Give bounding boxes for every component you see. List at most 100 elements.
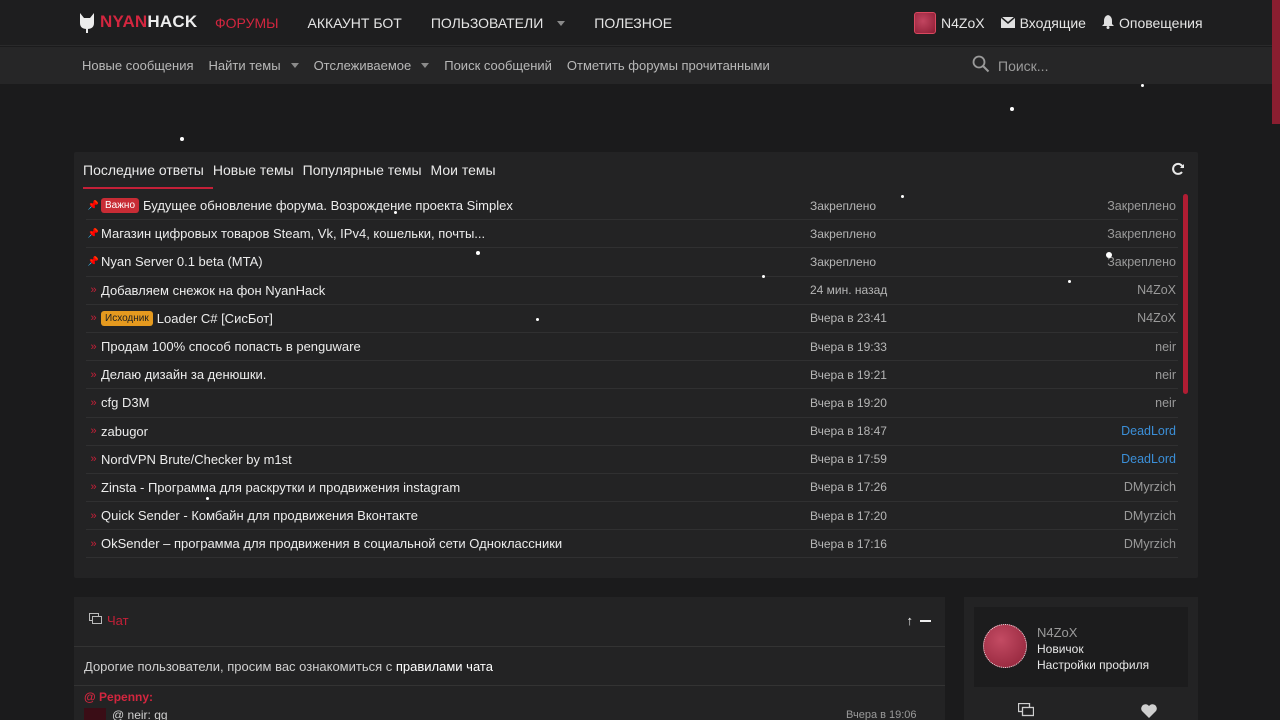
tab-popular-threads[interactable]: Популярные темы	[303, 152, 422, 188]
thread-last-poster[interactable]: neir	[1155, 340, 1176, 354]
thread-last-poster[interactable]: DMyrzich	[1124, 509, 1176, 523]
subnav-watched[interactable]: Отслеживаемое	[314, 58, 430, 73]
avatar[interactable]	[983, 624, 1027, 668]
thread-date[interactable]: Вчера в 17:16	[810, 537, 887, 551]
nav-tab-account-bot[interactable]: АККАУНТ БОТ	[299, 0, 411, 46]
thread-row[interactable]: 📌 Nyan Server 0.1 beta (MTA) Закреплено Зак…	[86, 248, 1178, 277]
thread-last-poster[interactable]: Закреплено	[1107, 227, 1176, 241]
thread-row[interactable]: » zabugor Вчера в 18:47 DeadLord	[86, 418, 1178, 446]
thread-row[interactable]: » Продам 100% способ попасть в penguware В…	[86, 333, 1178, 362]
refresh-icon[interactable]	[1171, 162, 1185, 176]
thread-title-text: Будущее обновление форума. Возрождение п…	[143, 198, 513, 214]
thread-title-text: Loader C# [СисБот]	[156, 310, 273, 326]
site-logo[interactable]: NYAN HACK	[78, 11, 197, 33]
thread-row[interactable]: » Quick Sender - Комбайн для продвижения …	[86, 502, 1178, 531]
thread-title[interactable]: Исходник Loader C# [СисБот]	[101, 310, 273, 326]
thread-last-poster[interactable]: Закреплено	[1107, 255, 1176, 269]
avatar[interactable]	[84, 708, 106, 720]
thread-last-poster[interactable]: DMyrzich	[1124, 480, 1176, 494]
arrow-up-icon[interactable]: ↑	[907, 613, 914, 628]
thread-row[interactable]: » Zinsta - Программа для раскрутки и прод…	[86, 474, 1178, 503]
double-chevron-icon: »	[90, 340, 97, 353]
thread-last-poster[interactable]: DeadLord	[1121, 452, 1176, 466]
thread-date[interactable]: 24 мин. назад	[810, 283, 887, 297]
thread-title[interactable]: Магазин цифровых товаров Steam, Vk, IPv4…	[101, 226, 485, 241]
thread-title[interactable]: Важно Будущее обновление форума. Возрожде…	[101, 198, 513, 214]
subnav-find-threads[interactable]: Найти темы	[209, 58, 299, 73]
subnav-mark-read[interactable]: Отметить форумы прочитанными	[567, 58, 770, 73]
thread-date[interactable]: Вчера в 19:21	[810, 368, 887, 382]
double-chevron-icon: »	[90, 509, 97, 522]
threads-scrollbar[interactable]	[1183, 194, 1188, 394]
thread-title-text: Магазин цифровых товаров Steam, Vk, IPv4…	[101, 226, 486, 242]
chevron-down-icon[interactable]	[557, 20, 566, 26]
tab-latest-replies[interactable]: Последние ответы	[83, 152, 213, 189]
thread-title[interactable]: NordVPN Brute/Checker by m1st	[101, 452, 292, 467]
snowflake	[206, 497, 209, 500]
nav-tab-forums[interactable]: ФОРУМЫ	[206, 0, 288, 46]
cat-logo-icon	[78, 11, 96, 33]
thread-title[interactable]: Nyan Server 0.1 beta (MTA)	[101, 254, 263, 269]
scrollbar-thumb[interactable]	[1272, 0, 1280, 124]
thread-row[interactable]: 📌 Магазин цифровых товаров Steam, Vk, IPv…	[86, 220, 1178, 249]
thread-last-poster[interactable]: neir	[1155, 368, 1176, 382]
thread-title[interactable]: Продам 100% способ попасть в penguware	[101, 339, 361, 354]
messages-icon[interactable]	[1017, 702, 1035, 720]
user-menu[interactable]: N4ZoX	[914, 12, 985, 34]
thread-last-poster[interactable]: neir	[1155, 396, 1176, 410]
thread-last-poster[interactable]: DeadLord	[1121, 424, 1176, 438]
chat-message-time: Вчера в 19:06	[846, 709, 917, 720]
thread-date[interactable]: Вчера в 17:59	[810, 452, 887, 466]
thread-date[interactable]: Вчера в 18:47	[810, 424, 887, 438]
profile-name[interactable]: N4ZoX	[1037, 625, 1077, 640]
profile-block: N4ZoX Новичок Настройки профиля	[964, 597, 1198, 720]
chat-rules-link[interactable]: правилами чата	[396, 659, 493, 674]
search-input[interactable]: Поиск...	[972, 55, 1048, 76]
thread-last-poster[interactable]: N4ZoX	[1137, 283, 1176, 297]
heart-icon[interactable]	[1140, 703, 1158, 720]
thread-title[interactable]: Делаю дизайн за денюшки.	[101, 367, 266, 382]
thread-date[interactable]: Вчера в 17:26	[810, 480, 887, 494]
minimize-icon[interactable]	[920, 619, 931, 622]
thread-title[interactable]: cfg D3M	[101, 395, 149, 410]
chevron-down-icon[interactable]	[421, 63, 430, 68]
chevron-down-icon[interactable]	[290, 63, 299, 68]
thread-last-poster[interactable]: DMyrzich	[1124, 537, 1176, 551]
page-scrollbar[interactable]	[1272, 0, 1280, 720]
thread-date[interactable]: Закреплено	[810, 227, 876, 241]
thread-date[interactable]: Закреплено	[810, 255, 876, 269]
subnav-new-posts[interactable]: Новые сообщения	[82, 58, 194, 73]
thread-title[interactable]: Добавляем снежок на фон NyanHack	[101, 283, 325, 298]
thread-date[interactable]: Вчера в 17:20	[810, 509, 887, 523]
thread-title[interactable]: OkSender – программа для продвижения в с…	[101, 536, 562, 551]
inbox-link[interactable]: Входящие	[1000, 15, 1086, 31]
nav-tab-useful[interactable]: ПОЛЕЗНОЕ	[585, 0, 681, 46]
thread-row[interactable]: » Добавляем снежок на фон NyanHack 24 мин.…	[86, 277, 1178, 305]
thread-row[interactable]: » Делаю дизайн за денюшки. Вчера в 19:21 ne…	[86, 361, 1178, 390]
thread-row[interactable]: » Исходник Loader C# [СисБот] Вчера в 23:41…	[86, 305, 1178, 333]
thread-last-poster[interactable]: Закреплено	[1107, 199, 1176, 213]
snowflake	[394, 211, 397, 214]
thread-row[interactable]: » OkSender – программа для продвижения в …	[86, 530, 1178, 559]
thread-title[interactable]: zabugor	[101, 424, 148, 439]
thread-row[interactable]: » cfg D3M Вчера в 19:20 neir	[86, 389, 1178, 418]
subnav-search-posts[interactable]: Поиск сообщений	[444, 58, 552, 73]
pin-icon: 📌	[87, 228, 100, 239]
thread-last-poster[interactable]: N4ZoX	[1137, 311, 1176, 325]
thread-date[interactable]: Вчера в 23:41	[810, 311, 887, 325]
tab-new-threads[interactable]: Новые темы	[213, 152, 294, 188]
alerts-link[interactable]: Оповещения	[1101, 14, 1203, 32]
thread-row[interactable]: 📌 Важно Будущее обновление форума. Возрожд…	[86, 192, 1178, 221]
nav-tab-users[interactable]: ПОЛЬЗОВАТЕЛИ	[422, 0, 574, 46]
tab-my-threads[interactable]: Мои темы	[431, 152, 496, 188]
thread-title[interactable]: Quick Sender - Комбайн для продвижения В…	[101, 508, 418, 523]
snowflake	[762, 275, 765, 278]
thread-date[interactable]: Вчера в 19:33	[810, 340, 887, 354]
thread-row[interactable]: » NordVPN Brute/Checker by m1st Вчера в 17…	[86, 446, 1178, 474]
profile-settings-link[interactable]: Настройки профиля	[1037, 658, 1149, 672]
chat-message-user[interactable]: @ Pepenny:	[84, 690, 153, 704]
username: N4ZoX	[941, 15, 985, 31]
thread-date[interactable]: Закреплено	[810, 199, 876, 213]
thread-title[interactable]: Zinsta - Программа для раскрутки и продв…	[101, 480, 460, 495]
thread-date[interactable]: Вчера в 19:20	[810, 396, 887, 410]
